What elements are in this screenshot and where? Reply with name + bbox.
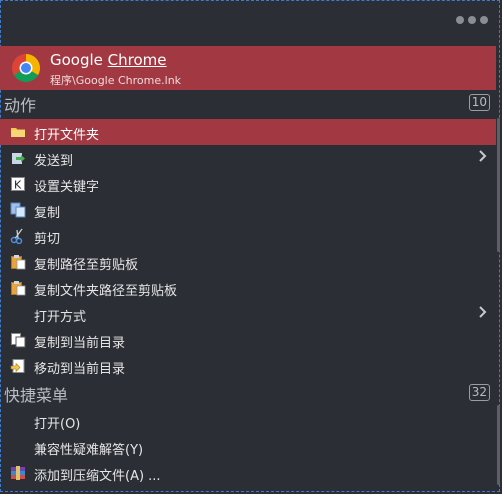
action-label: 复制 — [34, 206, 61, 221]
action-label: 移动到当前目录 — [34, 362, 126, 377]
folder-icon — [11, 128, 25, 137]
send-to-icon — [12, 153, 25, 164]
actions-section-label: 动作 — [4, 96, 37, 115]
svg-text:K: K — [14, 179, 22, 192]
archive-icon — [11, 466, 25, 480]
action-copy[interactable]: 复制 — [0, 197, 496, 223]
copy-icon — [10, 202, 26, 218]
shortcut-label: 添加到压缩文件(A) ... — [34, 469, 161, 484]
action-label: 复制文件夹路径至剪贴板 — [34, 284, 178, 299]
actions-section-header: 动作 10 — [0, 90, 496, 116]
shortcut-label: 兼容性疑难解答(Y) — [34, 443, 144, 458]
action-copy-to-current-dir[interactable]: 复制到当前目录 — [0, 327, 496, 353]
shortcuts-count-badge: 32 — [468, 384, 490, 401]
actions-count-badge: 10 — [468, 94, 490, 111]
result-title-highlight: Chrome — [107, 51, 167, 69]
action-move-to-current-dir[interactable]: 移动到当前目录 — [0, 353, 496, 379]
action-send-to[interactable]: 发送到 — [0, 145, 496, 171]
chevron-right-icon — [479, 150, 487, 162]
shortcuts-scrollbar[interactable] — [497, 405, 500, 485]
clipboard-icon — [11, 255, 26, 270]
shortcuts-section-header: 快捷菜单 32 — [0, 380, 496, 406]
shortcuts-section-label: 快捷菜单 — [4, 386, 69, 405]
action-label: 发送到 — [34, 154, 74, 169]
chevron-right-icon — [479, 306, 487, 318]
clipboard-icon — [11, 281, 26, 296]
actions-scrollbar[interactable] — [497, 118, 500, 252]
action-label: 打开方式 — [34, 310, 87, 325]
action-open-folder[interactable]: 打开文件夹 — [0, 119, 496, 145]
search-result-google-chrome[interactable]: Google Chrome 程序\Google Chrome.lnk — [0, 46, 496, 90]
action-open-with[interactable]: 打开方式 — [0, 301, 496, 327]
action-cut[interactable]: 剪切 — [0, 223, 496, 249]
chrome-icon — [12, 54, 40, 82]
scissors-icon — [10, 228, 23, 244]
action-label: 设置关键字 — [34, 180, 100, 195]
shortcut-open[interactable]: 打开(O) — [0, 408, 496, 434]
result-path: 程序\Google Chrome.lnk — [50, 74, 182, 87]
more-dot — [468, 16, 476, 24]
action-copy-folder-path[interactable]: 复制文件夹路径至剪贴板 — [0, 275, 496, 301]
move-to-icon — [10, 359, 25, 373]
action-label: 复制到当前目录 — [34, 336, 126, 351]
more-dot — [456, 16, 464, 24]
shortcut-label: 打开(O) — [34, 417, 81, 432]
shortcut-add-to-archive[interactable]: 添加到压缩文件(A) ... — [0, 460, 496, 486]
action-label: 剪切 — [34, 232, 61, 247]
shortcut-compatibility-troubleshoot[interactable]: 兼容性疑难解答(Y) — [0, 434, 496, 460]
copy-to-icon — [11, 333, 26, 348]
action-set-keyword[interactable]: K 设置关键字 — [0, 171, 496, 197]
action-label: 打开文件夹 — [34, 128, 100, 143]
action-label: 复制路径至剪贴板 — [34, 258, 139, 273]
result-title: Google Chrome — [50, 51, 167, 69]
action-copy-path[interactable]: 复制路径至剪贴板 — [0, 249, 496, 275]
more-options-icon[interactable] — [456, 16, 488, 24]
more-dot — [480, 16, 488, 24]
keyword-icon: K — [11, 177, 25, 192]
